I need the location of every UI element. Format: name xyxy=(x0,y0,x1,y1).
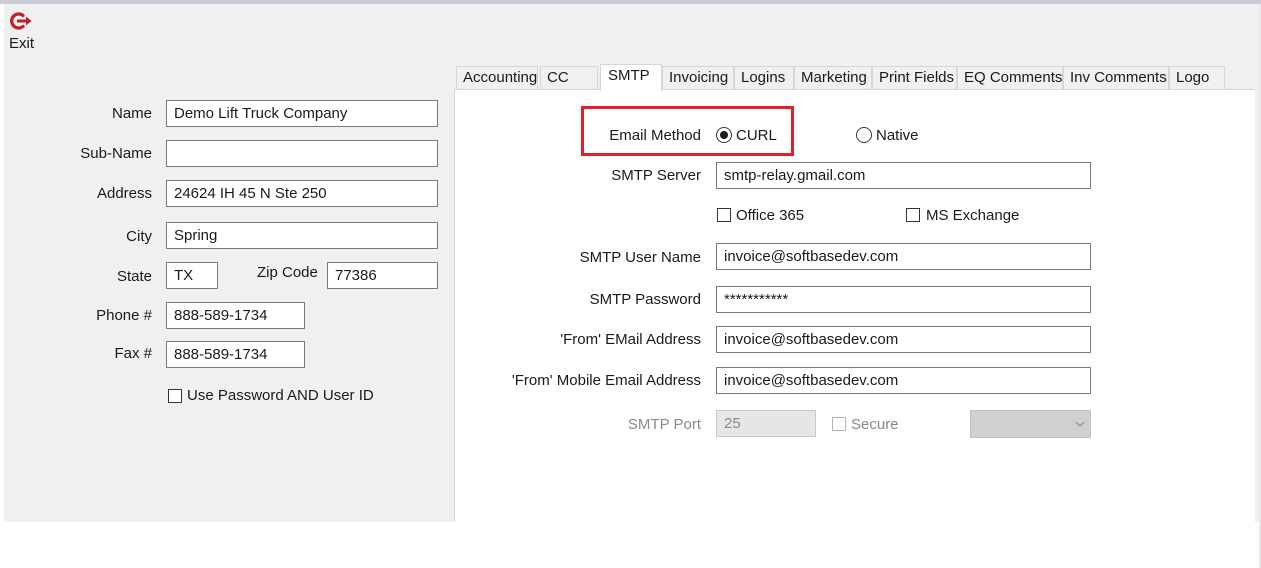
native-label: Native xyxy=(876,127,919,144)
city-field[interactable]: Spring xyxy=(166,222,438,249)
office365-checkbox[interactable] xyxy=(717,208,731,222)
name-label: Name xyxy=(111,105,152,122)
name-field[interactable]: Demo Lift Truck Company xyxy=(166,100,438,127)
exit-label: Exit xyxy=(9,35,35,52)
exit-button[interactable]: Exit xyxy=(6,10,40,54)
tab-eq-comments[interactable]: EQ Comments xyxy=(957,66,1063,90)
smtp-port-field[interactable]: 25 xyxy=(716,410,816,437)
smtp-port-label: SMTP Port xyxy=(627,416,701,433)
zip-label: Zip Code xyxy=(257,264,318,281)
from-email-field[interactable]: invoice@softbasedev.com xyxy=(716,326,1091,353)
tab-logins[interactable]: Logins xyxy=(734,66,794,90)
subname-label: Sub-Name xyxy=(80,145,152,162)
settings-tabs: Accounting CC SMTP Invoicing Logins Mark… xyxy=(454,64,1255,91)
state-field[interactable]: TX xyxy=(166,262,218,289)
ms-exchange-checkbox[interactable] xyxy=(906,208,920,222)
from-email-label: 'From' EMail Address xyxy=(560,331,701,348)
tab-logo[interactable]: Logo xyxy=(1169,66,1225,90)
secure-checkbox[interactable] xyxy=(832,417,846,431)
exit-icon xyxy=(10,11,34,31)
tab-accounting[interactable]: Accounting xyxy=(456,66,538,90)
smtp-password-label: SMTP Password xyxy=(589,291,701,308)
zip-field[interactable]: 77386 xyxy=(327,262,438,289)
smtp-server-label: SMTP Server xyxy=(611,167,701,184)
tab-marketing[interactable]: Marketing xyxy=(794,66,872,90)
address-field[interactable]: 24624 IH 45 N Ste 250 xyxy=(166,180,438,207)
secure-label: Secure xyxy=(851,416,899,433)
smtp-password-field[interactable]: *********** xyxy=(716,286,1091,313)
email-method-highlight xyxy=(581,106,794,156)
from-mobile-email-field[interactable]: invoice@softbasedev.com xyxy=(716,367,1091,394)
ms-exchange-label: MS Exchange xyxy=(926,207,1020,224)
address-label: Address xyxy=(96,185,152,202)
fax-field[interactable]: 888-589-1734 xyxy=(166,341,305,368)
city-label: City xyxy=(126,228,152,245)
smtp-server-field[interactable]: smtp-relay.gmail.com xyxy=(716,162,1091,189)
state-label: State xyxy=(116,268,152,285)
office365-label: Office 365 xyxy=(736,207,805,224)
native-radio[interactable] xyxy=(856,127,872,143)
phone-label: Phone # xyxy=(96,307,152,324)
use-password-label: Use Password AND User ID xyxy=(187,387,374,404)
fax-label: Fax # xyxy=(114,345,152,362)
tab-invoicing[interactable]: Invoicing xyxy=(662,66,734,90)
tab-smtp[interactable]: SMTP xyxy=(600,64,662,91)
from-mobile-email-label: 'From' Mobile Email Address xyxy=(511,372,701,389)
use-password-checkbox[interactable] xyxy=(168,389,182,403)
tab-inv-comments[interactable]: Inv Comments xyxy=(1063,66,1169,90)
smtp-username-label: SMTP User Name xyxy=(579,249,701,266)
chevron-down-icon xyxy=(1075,421,1085,427)
smtp-username-field[interactable]: invoice@softbasedev.com xyxy=(716,243,1091,270)
security-select[interactable] xyxy=(970,410,1091,438)
phone-field[interactable]: 888-589-1734 xyxy=(166,302,305,329)
tab-print-fields[interactable]: Print Fields xyxy=(872,66,957,90)
subname-field[interactable] xyxy=(166,140,438,167)
tab-cc[interactable]: CC xyxy=(540,66,598,90)
